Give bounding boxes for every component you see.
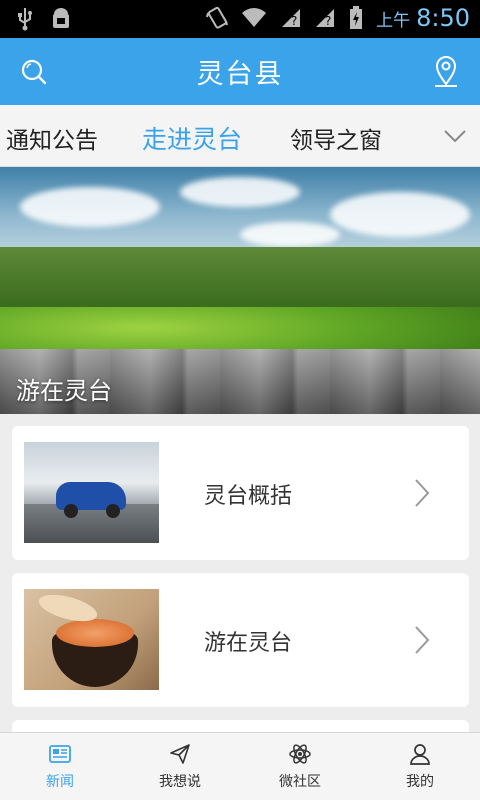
car-photo <box>24 442 159 543</box>
nav-news[interactable]: 新闻 <box>0 733 120 800</box>
list-item-label: 游在灵台 <box>204 631 293 656</box>
location-pin-icon[interactable] <box>432 54 460 88</box>
nav-label: 我的 <box>406 774 434 790</box>
list-item[interactable]: 灵台概括 <box>12 426 469 560</box>
app-header: 灵台县 <box>0 38 480 105</box>
thumb-rice <box>56 619 134 647</box>
nav-label: 新闻 <box>46 774 74 790</box>
nav-micro-community[interactable]: 微社区 <box>240 733 360 800</box>
svg-text:?: ? <box>325 14 331 28</box>
bottom-nav: 新闻 我想说 微社区 我的 <box>0 732 480 800</box>
battery-charging-icon <box>350 6 363 29</box>
wifi-icon <box>242 8 267 27</box>
category-tabs: 通知公告 走进灵台 领导之窗 <box>0 105 480 167</box>
nav-mine[interactable]: 我的 <box>360 733 480 800</box>
status-ampm: 上午 <box>376 10 411 31</box>
paper-plane-icon <box>170 744 190 764</box>
chevron-right-icon <box>415 479 430 507</box>
page-title: 灵台县 <box>196 59 284 90</box>
tab-leadership[interactable]: 领导之窗 <box>290 121 382 155</box>
signal-unknown-icon: ? <box>316 9 335 28</box>
food-bowl-photo <box>24 589 159 690</box>
list-item-label: 灵台概括 <box>204 484 293 509</box>
person-icon <box>410 744 430 765</box>
tab-notices[interactable]: 通知公告 <box>6 121 98 155</box>
status-time: 8:50 <box>416 4 470 32</box>
cloud <box>240 222 340 247</box>
chevron-right-icon <box>415 626 430 654</box>
nav-i-want-to-say[interactable]: 我想说 <box>120 733 240 800</box>
thumb-wheel <box>106 504 120 518</box>
nav-label: 微社区 <box>279 774 321 790</box>
nav-label: 我想说 <box>159 774 201 790</box>
cloud <box>330 192 470 237</box>
vibrate-icon <box>206 6 229 29</box>
news-icon <box>49 745 71 763</box>
cloud <box>180 177 300 207</box>
status-bar: ? ? 上午 8:50 <box>0 0 480 38</box>
atom-icon <box>289 744 311 764</box>
tab-about-lingtai[interactable]: 走进灵台 <box>142 120 242 156</box>
svg-text:?: ? <box>291 14 297 28</box>
list-item[interactable]: 游在灵台 <box>12 573 469 707</box>
thumb-wheel <box>64 504 78 518</box>
banner-caption: 游在灵台 <box>16 377 112 405</box>
chevron-down-icon[interactable] <box>442 125 468 147</box>
usb-icon <box>18 8 32 31</box>
signal-unknown-icon: ? <box>282 9 301 28</box>
android-debug-icon <box>53 8 69 28</box>
cloud <box>20 187 160 227</box>
banner-carousel[interactable]: 游在灵台 <box>0 167 480 414</box>
